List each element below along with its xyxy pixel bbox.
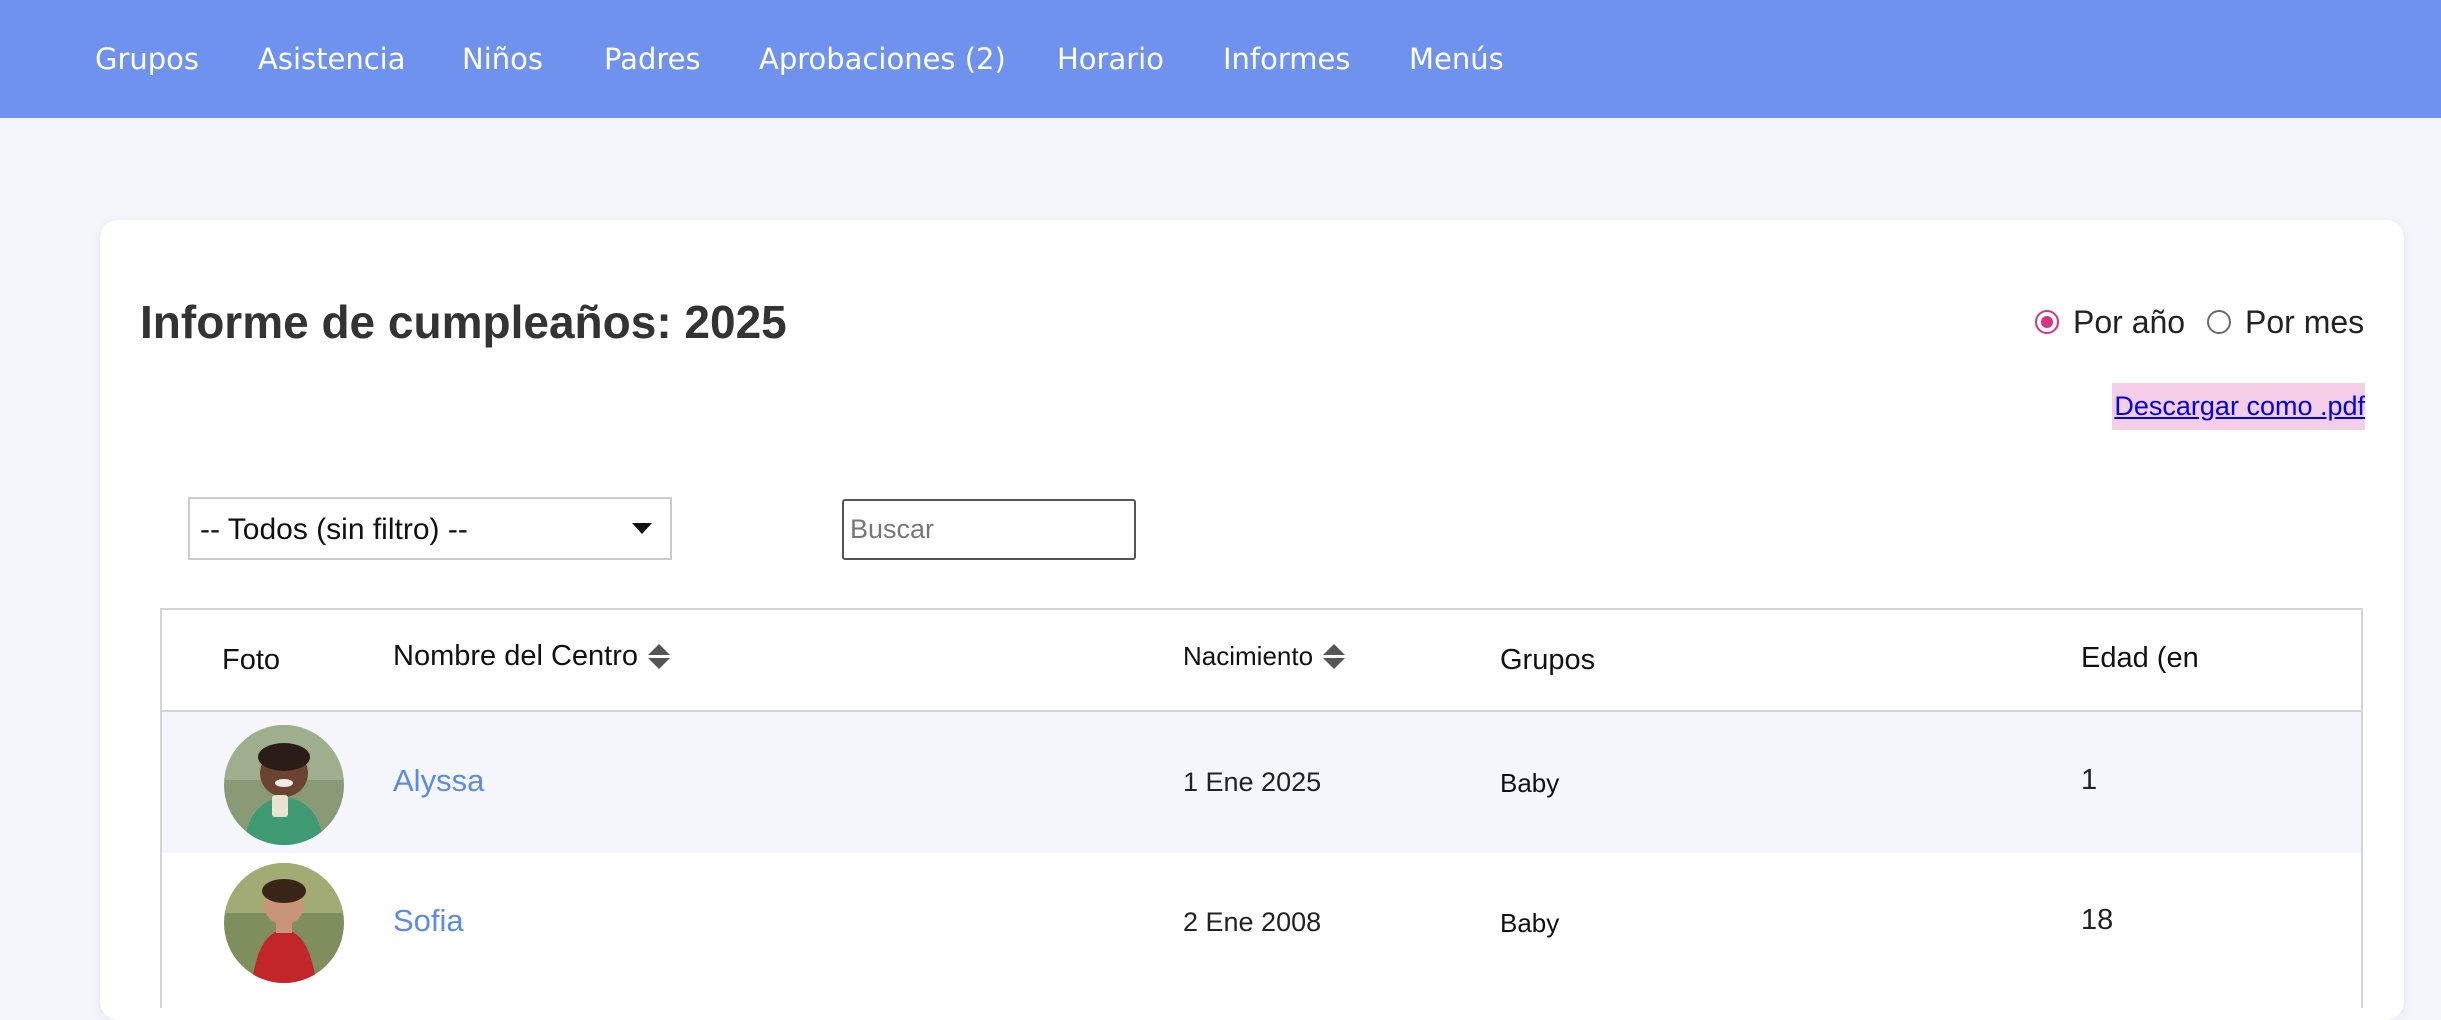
table-header: Foto Nombre del Centro Nacimiento Grupos… (162, 610, 2361, 712)
caret-down-icon (632, 523, 652, 534)
radio-button-selected-icon[interactable] (2035, 310, 2059, 334)
download-pdf-link[interactable]: Descargar como .pdf (2112, 383, 2365, 430)
birth-date: 2 Ene 2008 (1183, 907, 1322, 937)
age-value: 18 (2081, 904, 2114, 936)
nav-item-horario[interactable]: Horario (1057, 40, 1164, 78)
group-name: Baby (1500, 908, 1560, 938)
nav-item-menus[interactable]: Menús (1409, 40, 1504, 78)
group-filter-value: -- Todos (sin filtro) -- (200, 513, 468, 546)
sort-icon[interactable] (648, 642, 670, 672)
radio-por-mes[interactable]: Por mes (2207, 302, 2364, 342)
nav-item-padres[interactable]: Padres (604, 40, 701, 78)
birth-date: 1 Ene 2025 (1183, 767, 1322, 797)
header-grupos: Grupos (1500, 644, 1596, 676)
radio-por-ano[interactable]: Por año (2035, 302, 2185, 342)
age-value: 1 (2081, 764, 2098, 796)
group-filter-select[interactable]: -- Todos (sin filtro) -- (188, 497, 672, 560)
header-nacimiento-label: Nacimiento (1183, 641, 1314, 671)
table-row: Alyssa 1 Ene 2025 Baby 1 (162, 712, 2361, 853)
search-input[interactable] (842, 499, 1136, 560)
header-nombre-label: Nombre del Centro (393, 640, 638, 672)
nav-item-grupos[interactable]: Grupos (95, 40, 199, 78)
header-nacimiento[interactable]: Nacimiento (1183, 641, 1346, 672)
sort-icon[interactable] (1323, 642, 1346, 672)
nav-item-aprobaciones[interactable]: Aprobaciones (2) (759, 40, 1006, 78)
nav-item-asistencia[interactable]: Asistencia (258, 40, 405, 78)
top-navigation-bar: Grupos Asistencia Niños Padres Aprobacio… (0, 0, 2441, 118)
avatar (224, 863, 344, 983)
birthday-table: Foto Nombre del Centro Nacimiento Grupos… (160, 608, 2363, 1008)
radio-por-mes-label: Por mes (2245, 303, 2365, 340)
nav-item-informes[interactable]: Informes (1223, 40, 1351, 78)
page-title: Informe de cumpleaños: 2025 (140, 296, 787, 348)
radio-por-ano-label: Por año (2073, 303, 2186, 340)
radio-button-unselected-icon[interactable] (2207, 310, 2231, 334)
header-foto: Foto (222, 644, 281, 676)
table-row: Sofia 2 Ene 2008 Baby 18 (162, 853, 2361, 994)
nav-item-ninos[interactable]: Niños (462, 40, 543, 78)
header-nombre[interactable]: Nombre del Centro (393, 640, 670, 673)
header-edad: Edad (en (2081, 642, 2199, 674)
group-name: Baby (1500, 768, 1560, 798)
avatar (224, 725, 344, 845)
child-name-link[interactable]: Alyssa (393, 763, 484, 799)
child-name-link[interactable]: Sofia (393, 903, 464, 939)
